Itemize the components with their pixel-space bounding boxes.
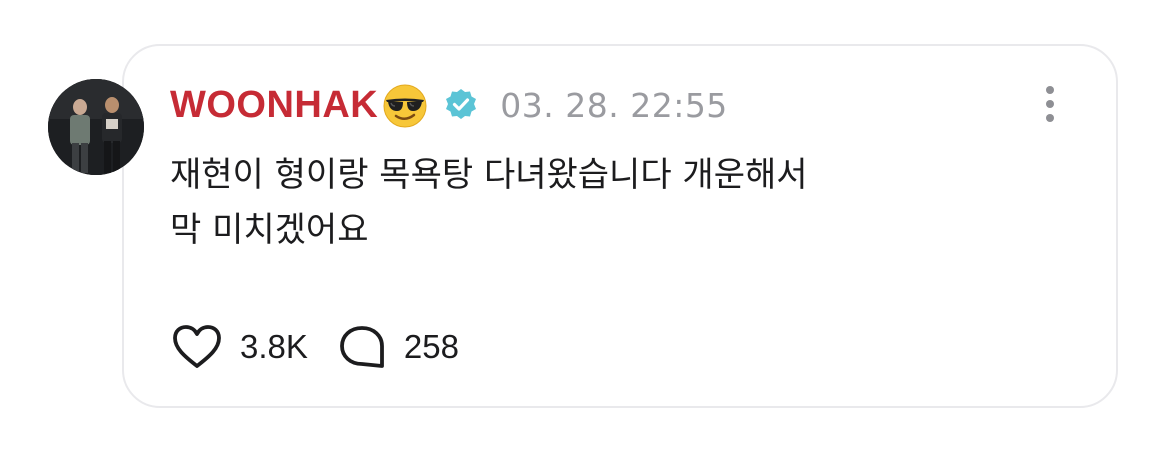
more-vertical-icon — [1046, 86, 1054, 94]
like-count: 3.8K — [240, 328, 308, 365]
post-body: 재현이 형이랑 목욕탕 다녀왔습니다 개운해서 막 미치겠어요 — [170, 148, 1030, 258]
comment-count: 258 — [403, 328, 459, 365]
avatar-photo — [48, 79, 144, 175]
more-options-button[interactable] — [1040, 86, 1060, 126]
post-header: WOONHAK 03. 28. 22:55 — [170, 80, 728, 130]
speech-bubble-icon — [339, 326, 384, 368]
avatar[interactable] — [48, 79, 144, 175]
heart-outline-icon — [173, 325, 221, 368]
post-actions: 3.8K 258 — [172, 322, 459, 372]
verified-badge-icon — [444, 88, 478, 122]
like-button[interactable]: 3.8K — [172, 324, 308, 370]
post-timestamp: 03. 28. 22:55 — [500, 85, 728, 125]
author-name[interactable]: WOONHAK — [170, 84, 378, 127]
post-body-line: 재현이 형이랑 목욕탕 다녀왔습니다 개운해서 — [170, 155, 808, 195]
sunglasses-emoji-icon — [380, 80, 430, 130]
post-body-line: 막 미치겠어요 — [170, 210, 369, 250]
comment-button[interactable]: 258 — [338, 324, 459, 370]
